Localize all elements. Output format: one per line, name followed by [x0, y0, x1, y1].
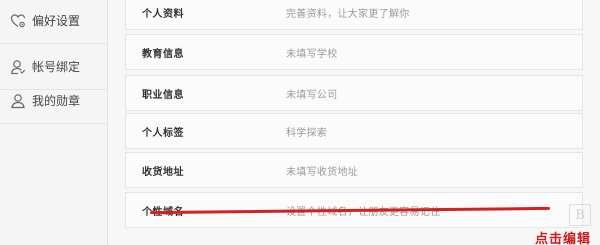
row-value: 完善资料，让大家更了解你 [286, 8, 410, 20]
row-value: 未填写收货地址 [286, 166, 359, 178]
user-icon [10, 59, 26, 75]
user-icon [10, 93, 26, 109]
profile-row-tags[interactable]: 个人标签 科学探索 [125, 113, 583, 149]
row-label: 职业信息 [142, 89, 184, 101]
settings-page: 偏好设置 帐号绑定 我的勋章 个人资料 完善资料，让大家更了解你 教育信息 未填… [0, 0, 600, 245]
sidebar-item-my-medals[interactable]: 我的勋章 [0, 78, 107, 124]
row-value: 科学探索 [286, 127, 328, 139]
row-label: 个人资料 [142, 8, 184, 20]
heart-settings-icon [10, 13, 26, 29]
profile-row-education[interactable]: 教育信息 未填写学校 [125, 34, 583, 70]
row-value: 未填写公司 [286, 89, 338, 101]
click-edit-annotation: 点击编辑 [535, 232, 592, 245]
row-label: 教育信息 [142, 48, 184, 60]
profile-row-shipping-address[interactable]: 收货地址 未填写收货地址 [125, 152, 583, 188]
row-label: 个人标签 [142, 127, 184, 139]
sidebar-item-preferences[interactable]: 偏好设置 [0, 0, 107, 44]
row-value: 未填写学校 [286, 48, 338, 60]
sidebar-item-label: 偏好设置 [32, 14, 81, 28]
profile-row-career[interactable]: 职业信息 未填写公司 [125, 75, 583, 111]
profile-row-personal-info[interactable]: 个人资料 完善资料，让大家更了解你 [125, 0, 583, 30]
sidebar: 偏好设置 帐号绑定 我的勋章 [0, 0, 108, 245]
sidebar-item-label: 我的勋章 [32, 94, 81, 108]
sidebar-item-label: 帐号绑定 [32, 60, 81, 74]
watermark-logo: B [569, 204, 591, 226]
row-label: 收货地址 [142, 166, 184, 178]
